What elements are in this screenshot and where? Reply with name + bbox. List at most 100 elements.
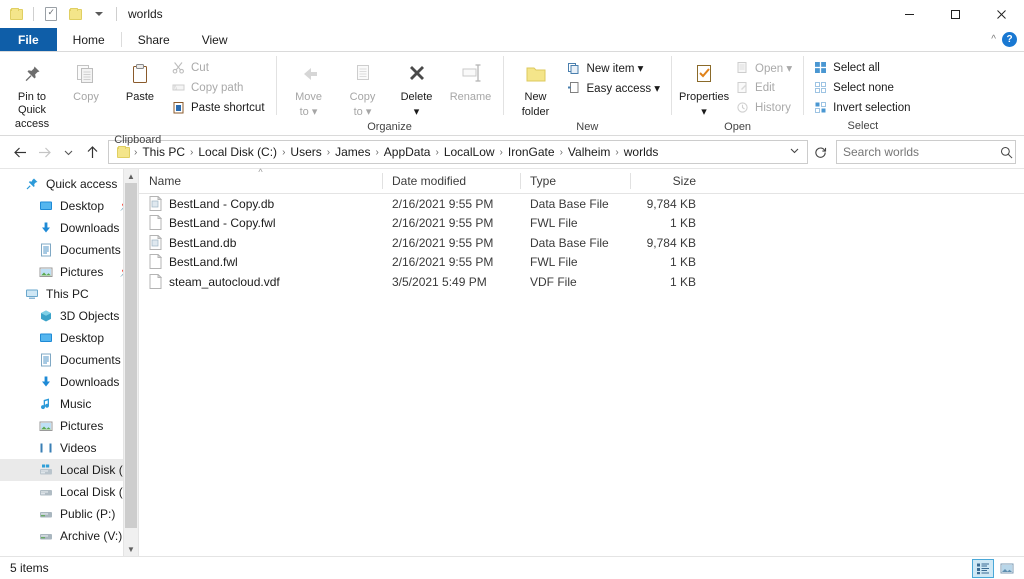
sidebar-item-desktop-qa[interactable]: Desktop 📌: [0, 195, 138, 217]
copy-to-line2: to ▾: [353, 105, 372, 118]
file-date-cell: 2/16/2021 9:55 PM: [392, 216, 494, 231]
scrollbar-thumb[interactable]: [125, 183, 137, 528]
invert-selection-button[interactable]: Invert selection: [810, 98, 915, 117]
copy-icon: [74, 59, 98, 89]
window-controls: [886, 0, 1024, 28]
refresh-button[interactable]: [808, 140, 832, 164]
table-row[interactable]: BestLand - Copy.fwl 2/16/2021 9:55 PM FW…: [139, 214, 1024, 234]
select-all-button[interactable]: Select all: [810, 58, 915, 77]
sidebar-label: Music: [60, 397, 92, 411]
delete-button[interactable]: Delete ▾: [391, 56, 443, 121]
table-row[interactable]: steam_autocloud.vdf 3/5/2021 5:49 PM VDF…: [139, 272, 1024, 292]
sidebar-item-documents-pc[interactable]: Documents: [0, 349, 138, 371]
sidebar-item-downloads-qa[interactable]: Downloads 📌: [0, 217, 138, 239]
sidebar-item-local-disk-d[interactable]: Local Disk (D:): [0, 481, 138, 503]
properties-icon[interactable]: [41, 4, 61, 24]
sidebar-item-this-pc[interactable]: This PC: [0, 283, 138, 305]
tab-share[interactable]: Share: [122, 28, 186, 51]
tab-file[interactable]: File: [0, 28, 57, 51]
breadcrumb-item-worlds[interactable]: worlds: [620, 143, 663, 161]
history-button[interactable]: History: [732, 98, 797, 117]
sidebar-scrollbar[interactable]: ▲ ▼: [123, 169, 138, 556]
sidebar-label: Videos: [60, 441, 97, 455]
breadcrumb-item-james[interactable]: James: [331, 143, 374, 161]
generic-file-icon: [149, 254, 163, 270]
folder-icon[interactable]: [6, 4, 26, 24]
scroll-up-icon[interactable]: ▲: [124, 169, 138, 183]
scroll-down-icon[interactable]: ▼: [124, 542, 138, 556]
move-to-button[interactable]: Move to ▾: [283, 56, 335, 121]
properties-button[interactable]: Properties ▾: [678, 56, 730, 121]
sidebar-item-archive-v[interactable]: Archive (V:): [0, 525, 138, 547]
column-header-type[interactable]: Type: [520, 169, 630, 193]
file-type-cell: Data Base File: [530, 235, 609, 250]
tab-home[interactable]: Home: [57, 28, 121, 51]
tab-view[interactable]: View: [186, 28, 244, 51]
file-size-cell: 1 KB: [669, 255, 696, 270]
file-list-pane: ^ Name Date modified Type Size BestLand …: [138, 168, 1024, 556]
db-file-icon: [149, 234, 163, 251]
toolbar-divider-2: [116, 7, 117, 21]
sidebar-item-videos[interactable]: Videos: [0, 437, 138, 459]
open-button[interactable]: Open ▾: [732, 58, 797, 77]
sidebar-item-desktop-pc[interactable]: Desktop: [0, 327, 138, 349]
copy-to-button[interactable]: Copy to ▾: [337, 56, 389, 121]
copy-button[interactable]: Copy: [60, 56, 112, 107]
paste-shortcut-button[interactable]: Paste shortcut: [168, 98, 270, 117]
sidebar-item-local-disk-c[interactable]: Local Disk (C:): [0, 459, 138, 481]
delete-line1: Delete: [400, 91, 433, 103]
column-header-name[interactable]: ^ Name: [139, 168, 382, 193]
breadcrumb-item-users[interactable]: Users: [286, 143, 325, 161]
maximize-button[interactable]: [932, 0, 978, 28]
close-button[interactable]: [978, 0, 1024, 28]
search-input[interactable]: [843, 145, 998, 159]
rename-icon: [459, 59, 483, 89]
select-none-button[interactable]: Select none: [810, 78, 915, 97]
sidebar-item-pictures-pc[interactable]: Pictures: [0, 415, 138, 437]
breadcrumb-item-appdata[interactable]: AppData: [380, 143, 435, 161]
details-view-button[interactable]: [972, 558, 994, 578]
copy-path-button[interactable]: \\ Copy path: [168, 78, 270, 97]
open-label: Open ▾: [755, 62, 793, 75]
column-header-size[interactable]: Size: [630, 169, 708, 193]
breadcrumb-item-locallow[interactable]: LocalLow: [440, 143, 499, 161]
sidebar-item-downloads-pc[interactable]: Downloads: [0, 371, 138, 393]
easy-access-label: Easy access ▾: [586, 82, 661, 95]
help-icon[interactable]: ?: [1002, 32, 1017, 47]
table-row[interactable]: BestLand.db 2/16/2021 9:55 PM Data Base …: [139, 233, 1024, 253]
table-row[interactable]: BestLand - Copy.db 2/16/2021 9:55 PM Dat…: [139, 194, 1024, 214]
paste-button[interactable]: Paste: [114, 56, 166, 107]
edit-button[interactable]: Edit: [732, 78, 797, 97]
title-bar: worlds: [0, 0, 1024, 28]
chevron-up-icon[interactable]: ^: [991, 34, 996, 45]
new-folder-icon[interactable]: [65, 4, 85, 24]
file-rows: BestLand - Copy.db 2/16/2021 9:55 PM Dat…: [139, 194, 1024, 556]
search-icon[interactable]: [998, 144, 1014, 160]
table-row[interactable]: BestLand.fwl 2/16/2021 9:55 PM FWL File …: [139, 253, 1024, 273]
ribbon-group-label-new: New: [576, 121, 599, 134]
easy-access-button[interactable]: Easy access ▾: [564, 78, 666, 97]
cut-button[interactable]: Cut: [168, 58, 270, 77]
chevron-down-icon[interactable]: [784, 146, 805, 158]
sidebar-item-music[interactable]: Music: [0, 393, 138, 415]
new-item-button[interactable]: New item ▾: [564, 58, 666, 77]
column-header-name-label: Name: [149, 174, 182, 188]
sidebar-item-quick-access[interactable]: Quick access: [0, 173, 138, 195]
open-small-buttons: Open ▾ Edit History: [732, 56, 797, 117]
clipboard-small-buttons: Cut \\ Copy path Paste shortcut: [168, 56, 270, 117]
pin-to-quick-access-button[interactable]: Pin to Quick access: [6, 56, 58, 134]
column-header-date-modified[interactable]: Date modified: [382, 169, 520, 193]
sidebar-item-public-p[interactable]: Public (P:): [0, 503, 138, 525]
breadcrumb-item-irongate[interactable]: IronGate: [504, 143, 559, 161]
breadcrumb-item-valheim[interactable]: Valheim: [564, 143, 614, 161]
large-icons-view-button[interactable]: [996, 559, 1018, 578]
rename-button[interactable]: Rename: [445, 56, 497, 107]
sidebar-item-documents-qa[interactable]: Documents 📌: [0, 239, 138, 261]
new-folder-button[interactable]: New folder: [510, 56, 562, 121]
chevron-down-icon[interactable]: [89, 4, 109, 24]
network-drive-icon: [38, 506, 54, 522]
search-box[interactable]: [836, 140, 1016, 164]
sidebar-item-3d-objects[interactable]: 3D Objects: [0, 305, 138, 327]
sidebar-item-pictures-qa[interactable]: Pictures 📌: [0, 261, 138, 283]
minimize-button[interactable]: [886, 0, 932, 28]
